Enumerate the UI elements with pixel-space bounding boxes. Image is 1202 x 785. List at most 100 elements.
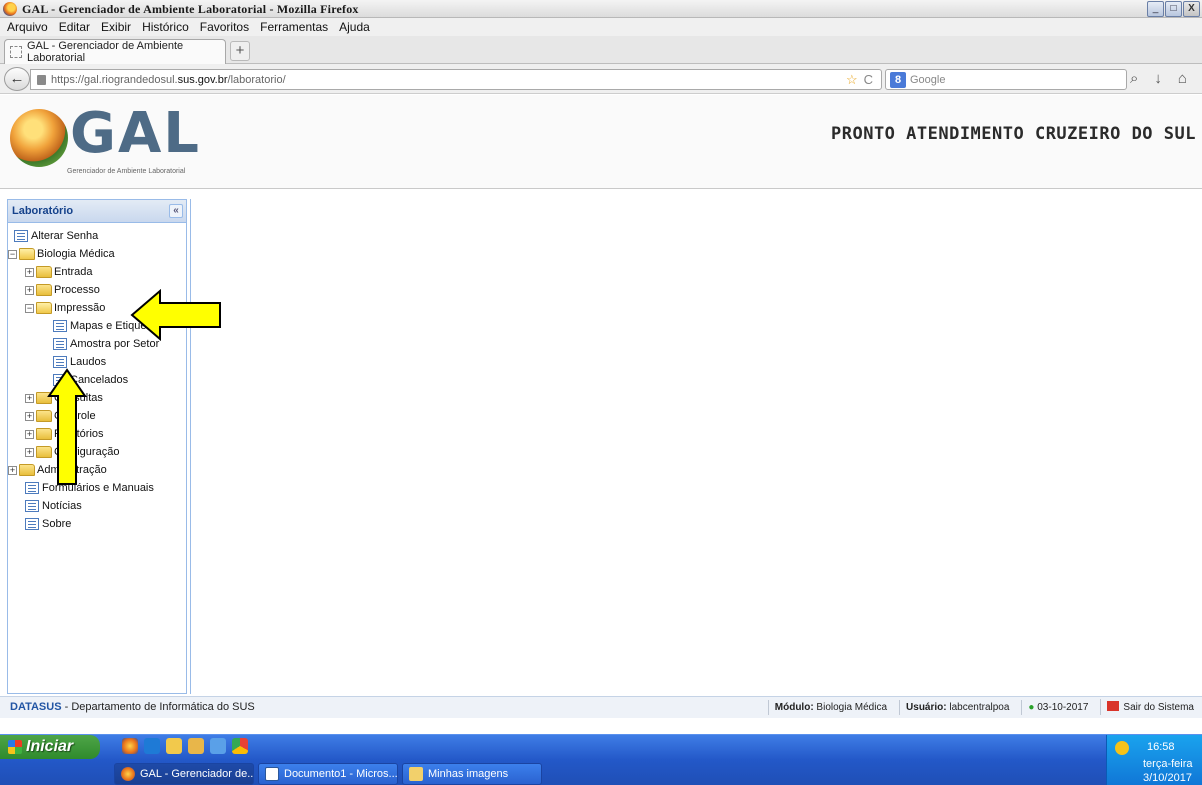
menu-favoritos[interactable]: Favoritos [200,20,249,34]
folder-icon [36,284,52,296]
url-bar[interactable]: https://gal.riograndedosul.sus.gov.br/la… [30,69,882,90]
page-icon [53,356,67,368]
tab-gal[interactable]: GAL - Gerenciador de Ambiente Laboratori… [4,39,226,64]
bookmark-star-icon[interactable]: ☆ [846,72,858,88]
search-bar[interactable]: 8 Google [885,69,1127,90]
sidebar-header: Laboratório « [8,200,186,223]
tree-label: Laudos [70,356,107,368]
home-icon[interactable]: ⌂ [1178,70,1187,87]
tree-item-relatorios[interactable]: + Relatórios [8,425,186,443]
expand-toggle-icon[interactable]: + [25,393,34,403]
exit-icon [1107,701,1120,711]
main-content [190,199,1202,694]
navigation-bar: ← https://gal.riograndedosul.sus.gov.br/… [0,64,1202,94]
menu-arquivo[interactable]: Arquivo [7,20,48,34]
search-placeholder: Google [910,73,946,86]
system-tray: 16:58 terça-feira 3/10/2017 [1106,735,1202,785]
menu-ajuda[interactable]: Ajuda [339,20,370,34]
google-icon: 8 [890,71,906,88]
tree-item-controle[interactable]: + Controle [8,407,186,425]
tree-item-noticias[interactable]: Notícias [8,497,186,515]
task-images[interactable]: Minhas imagens [402,763,542,785]
page-icon [53,320,67,332]
chrome-icon[interactable] [232,738,248,754]
lock-icon [37,74,46,85]
collapse-toggle-icon[interactable]: − [25,303,34,313]
url-actions: ☆ C [846,72,873,88]
collapse-toggle-icon[interactable]: − [8,249,17,259]
folder-icon [19,464,35,476]
firefox-icon[interactable] [122,738,138,754]
menu-editar[interactable]: Editar [59,20,90,34]
module-info: Módulo: Biologia Médica [767,699,893,715]
minimize-button[interactable]: _ [1147,1,1164,17]
tray-icon[interactable] [1115,741,1129,755]
tree-item-alterar-senha[interactable]: Alterar Senha [8,227,186,245]
tree-item-laudos[interactable]: Laudos [8,353,186,371]
back-button[interactable]: ← [4,67,30,91]
app-icon[interactable] [210,738,226,754]
task-list: GAL - Gerenciador de... Documento1 - Mic… [114,763,542,785]
maximize-button[interactable]: □ [1165,1,1182,17]
collapse-icon[interactable]: « [169,204,183,218]
tree-label: Alterar Senha [31,230,99,242]
menu-ferramentas[interactable]: Ferramentas [260,20,328,34]
expand-toggle-icon[interactable]: + [8,465,17,475]
menu-historico[interactable]: Histórico [142,20,189,34]
logo-subtitle: Gerenciador de Ambiente Laboratorial [67,168,186,175]
download-icon[interactable]: ↓ [1154,70,1162,87]
task-label: Documento1 - Micros... [284,768,398,780]
tree-item-biologia-medica[interactable]: − Biologia Médica [8,245,186,263]
tab-strip: GAL - Gerenciador de Ambiente Laboratori… [0,36,1202,64]
expand-toggle-icon[interactable]: + [25,429,34,439]
start-button[interactable]: Iniciar [0,735,100,759]
taskbar: Iniciar GAL - Gerenciador de... Document… [0,734,1202,785]
tree-item-consultas[interactable]: + Consultas [8,389,186,407]
tree-label: Notícias [42,500,82,512]
new-tab-button[interactable]: + [230,41,250,61]
close-button[interactable]: X [1183,1,1200,17]
reload-icon[interactable]: C [864,72,873,88]
folder-open-icon [36,302,52,314]
sidebar-title: Laboratório [12,205,74,217]
footer-info: Módulo: Biologia Médica Usuário: labcent… [767,699,1200,715]
tree-label: Processo [54,284,100,296]
clock-date: 3/10/2017 [1143,772,1192,784]
task-label: Minhas imagens [428,768,509,780]
page-icon [14,230,28,242]
firefox-icon [121,767,135,781]
windows-logo-icon [8,740,22,754]
task-word[interactable]: Documento1 - Micros... [258,763,398,785]
task-firefox[interactable]: GAL - Gerenciador de... [114,763,254,785]
status-dot-icon: ● [1028,701,1035,713]
tree-item-entrada[interactable]: + Entrada [8,263,186,281]
exit-button[interactable]: Sair do Sistema [1100,699,1200,715]
tree-item-cancelados[interactable]: Cancelados [8,371,186,389]
expand-toggle-icon[interactable]: + [25,267,34,277]
ie-icon[interactable] [144,738,160,754]
expand-toggle-icon[interactable]: + [25,285,34,295]
search-icon[interactable]: ⌕ [1130,70,1138,87]
expand-toggle-icon[interactable]: + [25,447,34,457]
gal-logo-icon [10,109,68,167]
word-icon [265,767,279,781]
folder-open-icon [19,248,35,260]
expand-toggle-icon[interactable]: + [25,411,34,421]
page-icon [25,482,39,494]
tree-item-administracao[interactable]: + Administração [8,461,186,479]
status-footer: DATASUS - Departamento de Informática do… [0,696,1202,718]
tree-item-sobre[interactable]: Sobre [8,515,186,533]
nav-tree: Alterar Senha − Biologia Médica + Entrad… [8,223,186,533]
window-controls: _ □ X [1147,1,1200,17]
tree-item-configuracao[interactable]: + Configuração [8,443,186,461]
explorer-icon[interactable] [166,738,182,754]
tree-item-formularios[interactable]: Formulários e Manuais [8,479,186,497]
logo-text: GAL [70,101,201,166]
quick-launch [122,738,248,754]
menu-exibir[interactable]: Exibir [101,20,131,34]
annotation-arrow-up [47,368,87,485]
gal-logo: GAL Gerenciador de Ambiente Laboratorial [10,101,199,179]
app-header: GAL Gerenciador de Ambiente Laboratorial… [0,95,1202,189]
folder-icon[interactable] [188,738,204,754]
page-icon [25,500,39,512]
